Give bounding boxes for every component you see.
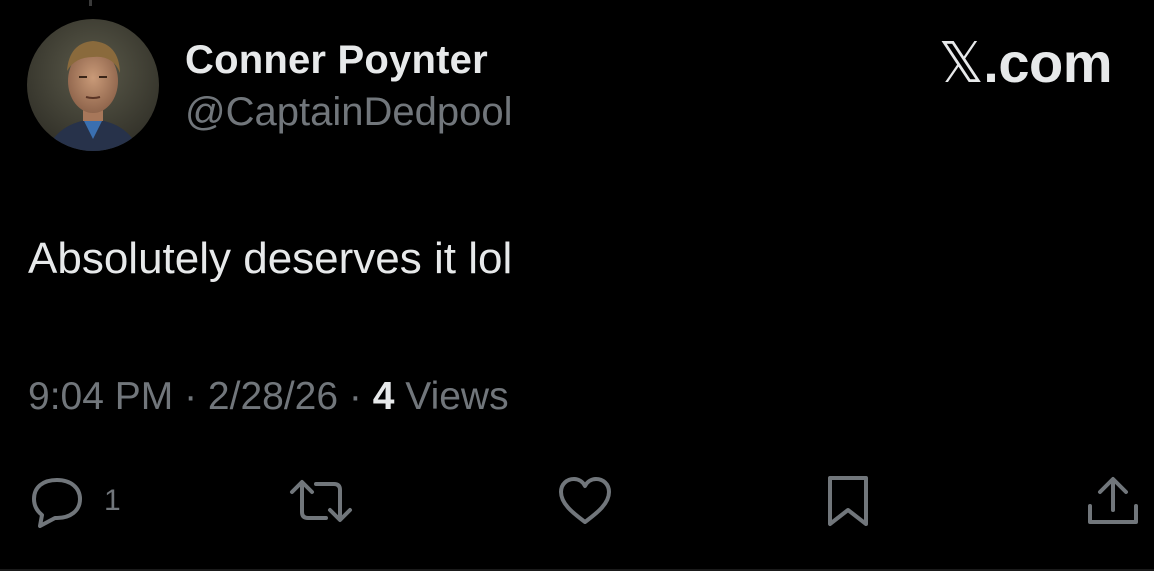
like-icon <box>556 474 614 528</box>
author-handle[interactable]: @CaptainDedpool <box>185 90 512 135</box>
avatar[interactable] <box>27 19 159 151</box>
brand-suffix: .com <box>983 31 1112 94</box>
reply-icon <box>28 474 86 528</box>
views-count: 4 <box>372 375 395 418</box>
views-label: Views <box>394 375 509 418</box>
like-button[interactable] <box>556 474 614 528</box>
tweet-card: Conner Poynter @CaptainDedpool 𝕏.com Abs… <box>0 0 1154 571</box>
meta-separator: · <box>338 375 373 418</box>
meta-separator: · <box>173 375 208 418</box>
thread-connector <box>89 0 92 6</box>
tweet-meta: 9:04 PM · 2/28/26 · 4 Views <box>28 375 509 419</box>
reply-button[interactable]: 1 <box>28 474 121 528</box>
x-logo-icon: 𝕏 <box>938 31 984 96</box>
author-display-name[interactable]: Conner Poynter <box>185 38 488 83</box>
brand-logo: 𝕏.com <box>938 30 1113 96</box>
repost-icon <box>288 474 354 528</box>
share-button[interactable] <box>1084 474 1142 528</box>
bookmark-button[interactable] <box>822 474 874 528</box>
tweet-time[interactable]: 9:04 PM <box>28 375 173 418</box>
tweet-date[interactable]: 2/28/26 <box>208 375 338 418</box>
tweet-text: Absolutely deserves it lol <box>28 234 513 283</box>
bookmark-icon <box>822 474 874 528</box>
repost-button[interactable] <box>288 474 354 528</box>
share-icon <box>1084 474 1142 528</box>
avatar-photo <box>27 19 159 151</box>
reply-count: 1 <box>104 484 121 517</box>
